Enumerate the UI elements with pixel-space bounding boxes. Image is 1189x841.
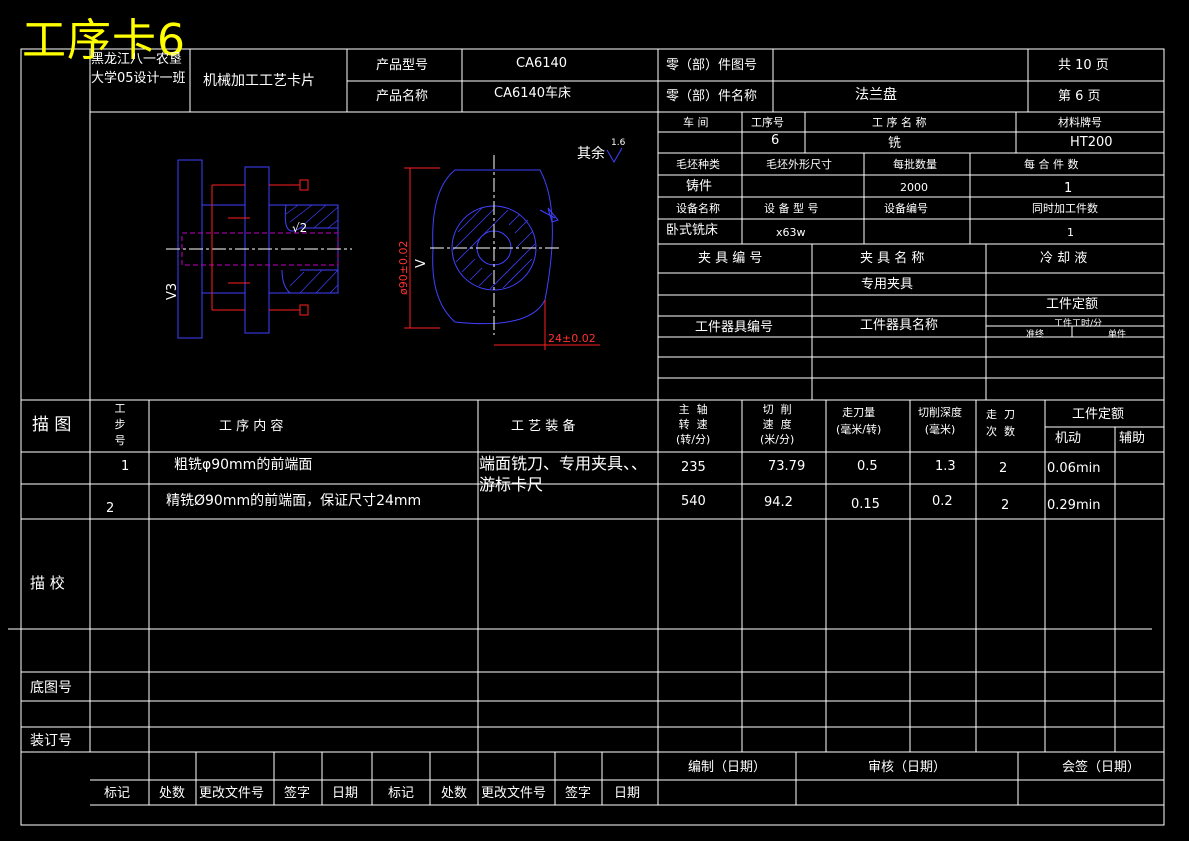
- equipment-model-label: 设 备 型 号: [764, 202, 819, 215]
- blank-size-label: 毛坯外形尺寸: [766, 158, 832, 171]
- pieces-label: 每 合 件 数: [1024, 158, 1079, 171]
- cut-depth-label: 切削深度 (毫米): [918, 406, 962, 436]
- process-name-label: 工 序 名 称: [872, 116, 927, 129]
- fixture-no-label: 夹 具 编 号: [698, 251, 763, 266]
- product-name-label: 产品名称: [376, 89, 429, 104]
- base-drawing-no-label: 底图号: [30, 680, 72, 696]
- quota-prep: 准终: [1026, 330, 1045, 340]
- part-drawing-no-label: 零（部）件图号: [666, 58, 758, 73]
- row1-feed: 0.5: [857, 459, 878, 474]
- part-name: 法兰盘: [855, 87, 897, 103]
- batch-qty-label: 每批数量: [893, 158, 937, 171]
- workshop-label: 车 间: [683, 116, 709, 129]
- footer-mark-2: 标记: [388, 786, 415, 801]
- row1-spindle: 235: [681, 460, 706, 475]
- countersign-date-label: 会签（日期）: [1062, 760, 1141, 775]
- product-name: CA6140车床: [494, 86, 572, 101]
- fixture-name-label: 夹 具 名 称: [860, 251, 925, 266]
- part-drawing-front-view: [404, 147, 623, 350]
- passes-label: 走 刀 次 数: [986, 408, 1015, 438]
- feed-label: 走刀量 (毫米/转): [836, 406, 882, 436]
- roughness-rest: 其余: [577, 146, 605, 162]
- blank-type-label: 毛坯种类: [676, 158, 720, 171]
- mark-v2: √2: [292, 221, 307, 235]
- compile-date-label: 编制（日期）: [688, 760, 767, 775]
- page-number: 第 6 页: [1058, 89, 1101, 104]
- dim-length: 24±0.02: [548, 332, 596, 345]
- material: HT200: [1070, 135, 1113, 150]
- row2-depth: 0.2: [932, 494, 953, 509]
- footer-date-2: 日期: [614, 786, 641, 801]
- mark-v: V: [414, 259, 429, 268]
- row2-time: 0.29min: [1047, 498, 1101, 513]
- material-label: 材料牌号: [1058, 116, 1102, 129]
- fixture-name: 专用夹具: [861, 277, 914, 292]
- machine-time-label: 机动: [1055, 431, 1082, 446]
- binding-no-label: 装订号: [30, 733, 72, 749]
- row2-content: 精铣Ø90mm的前端面，保证尺寸24mm: [166, 493, 422, 509]
- row1-time: 0.06min: [1047, 461, 1101, 476]
- footer-count-2: 处数: [441, 786, 468, 801]
- check-label: 描 校: [30, 574, 65, 592]
- footer-change-doc-1: 更改文件号: [199, 786, 265, 801]
- product-model: CA6140: [516, 56, 568, 71]
- row2-step: 2: [106, 501, 115, 516]
- footer-date-1: 日期: [332, 786, 359, 801]
- roughness-value: 1.6: [611, 138, 626, 148]
- quota-subheader: 工件工时/分: [1054, 319, 1103, 329]
- card-title: 机械加工工艺卡片: [203, 73, 315, 89]
- footer-sign-2: 签字: [565, 786, 592, 801]
- blank-type: 铸件: [686, 179, 713, 194]
- row1-depth: 1.3: [935, 459, 956, 474]
- dim-diameter: ø90±0.02: [397, 241, 410, 295]
- footer-count-1: 处数: [159, 786, 186, 801]
- sketch-label: 描 图: [32, 415, 72, 435]
- equipment-model: x63w: [776, 226, 806, 239]
- pieces: 1: [1064, 181, 1073, 196]
- row1-equipment: 端面铣刀、专用夹具、、游标卡尺: [479, 454, 648, 494]
- row2-speed: 94.2: [764, 495, 793, 510]
- cutting-speed-label: 切 削 速 度 (米/分): [760, 403, 795, 446]
- quota-label: 工件定额: [1046, 297, 1099, 312]
- aux-time-label: 辅助: [1119, 431, 1146, 446]
- content-label: 工 序 内 容: [219, 419, 284, 434]
- time-quota-label: 工件定额: [1072, 407, 1125, 422]
- footer-change-doc-2: 更改文件号: [481, 786, 547, 801]
- tool-no-label: 工件器具编号: [695, 320, 774, 335]
- row1-step: 1: [121, 459, 130, 474]
- quota-unit: 单件: [1108, 330, 1127, 340]
- school-name: 黑龙江八一农垦大学05设计一班: [91, 52, 186, 86]
- simultaneous-count: 1: [1067, 226, 1074, 239]
- batch-qty: 2000: [900, 181, 928, 194]
- equipment-label: 工 艺 装 备: [511, 419, 576, 434]
- row2-passes: 2: [1001, 498, 1010, 513]
- row1-content: 粗铣φ90mm的前端面: [174, 457, 313, 473]
- process-no: 6: [771, 133, 780, 148]
- simultaneous-label: 同时加工件数: [1032, 202, 1098, 215]
- equipment-no-label: 设备编号: [884, 202, 928, 215]
- mark-v3: V3: [165, 283, 180, 300]
- row2-spindle: 540: [681, 494, 706, 509]
- tool-name-label: 工件器具名称: [860, 318, 939, 333]
- row1-passes: 2: [999, 461, 1008, 476]
- product-model-label: 产品型号: [376, 58, 429, 73]
- total-pages: 共 10 页: [1058, 58, 1109, 73]
- part-name-label: 零（部）件名称: [666, 89, 758, 104]
- equipment-name: 卧式铣床: [666, 223, 719, 238]
- review-date-label: 审核（日期）: [868, 760, 947, 775]
- equipment-name-label: 设备名称: [676, 202, 720, 215]
- footer-mark-1: 标记: [104, 786, 131, 801]
- step-label: 工步号: [114, 402, 126, 447]
- row1-speed: 73.79: [768, 459, 806, 474]
- part-drawing-side-view: [166, 159, 352, 339]
- process-name: 铣: [888, 136, 902, 151]
- spindle-speed-label: 主 轴 转 速 (转/分): [676, 403, 711, 446]
- footer-sign-1: 签字: [284, 786, 311, 801]
- process-no-label: 工序号: [751, 116, 784, 129]
- coolant-label: 冷 却 液: [1040, 251, 1088, 266]
- row2-feed: 0.15: [851, 497, 880, 512]
